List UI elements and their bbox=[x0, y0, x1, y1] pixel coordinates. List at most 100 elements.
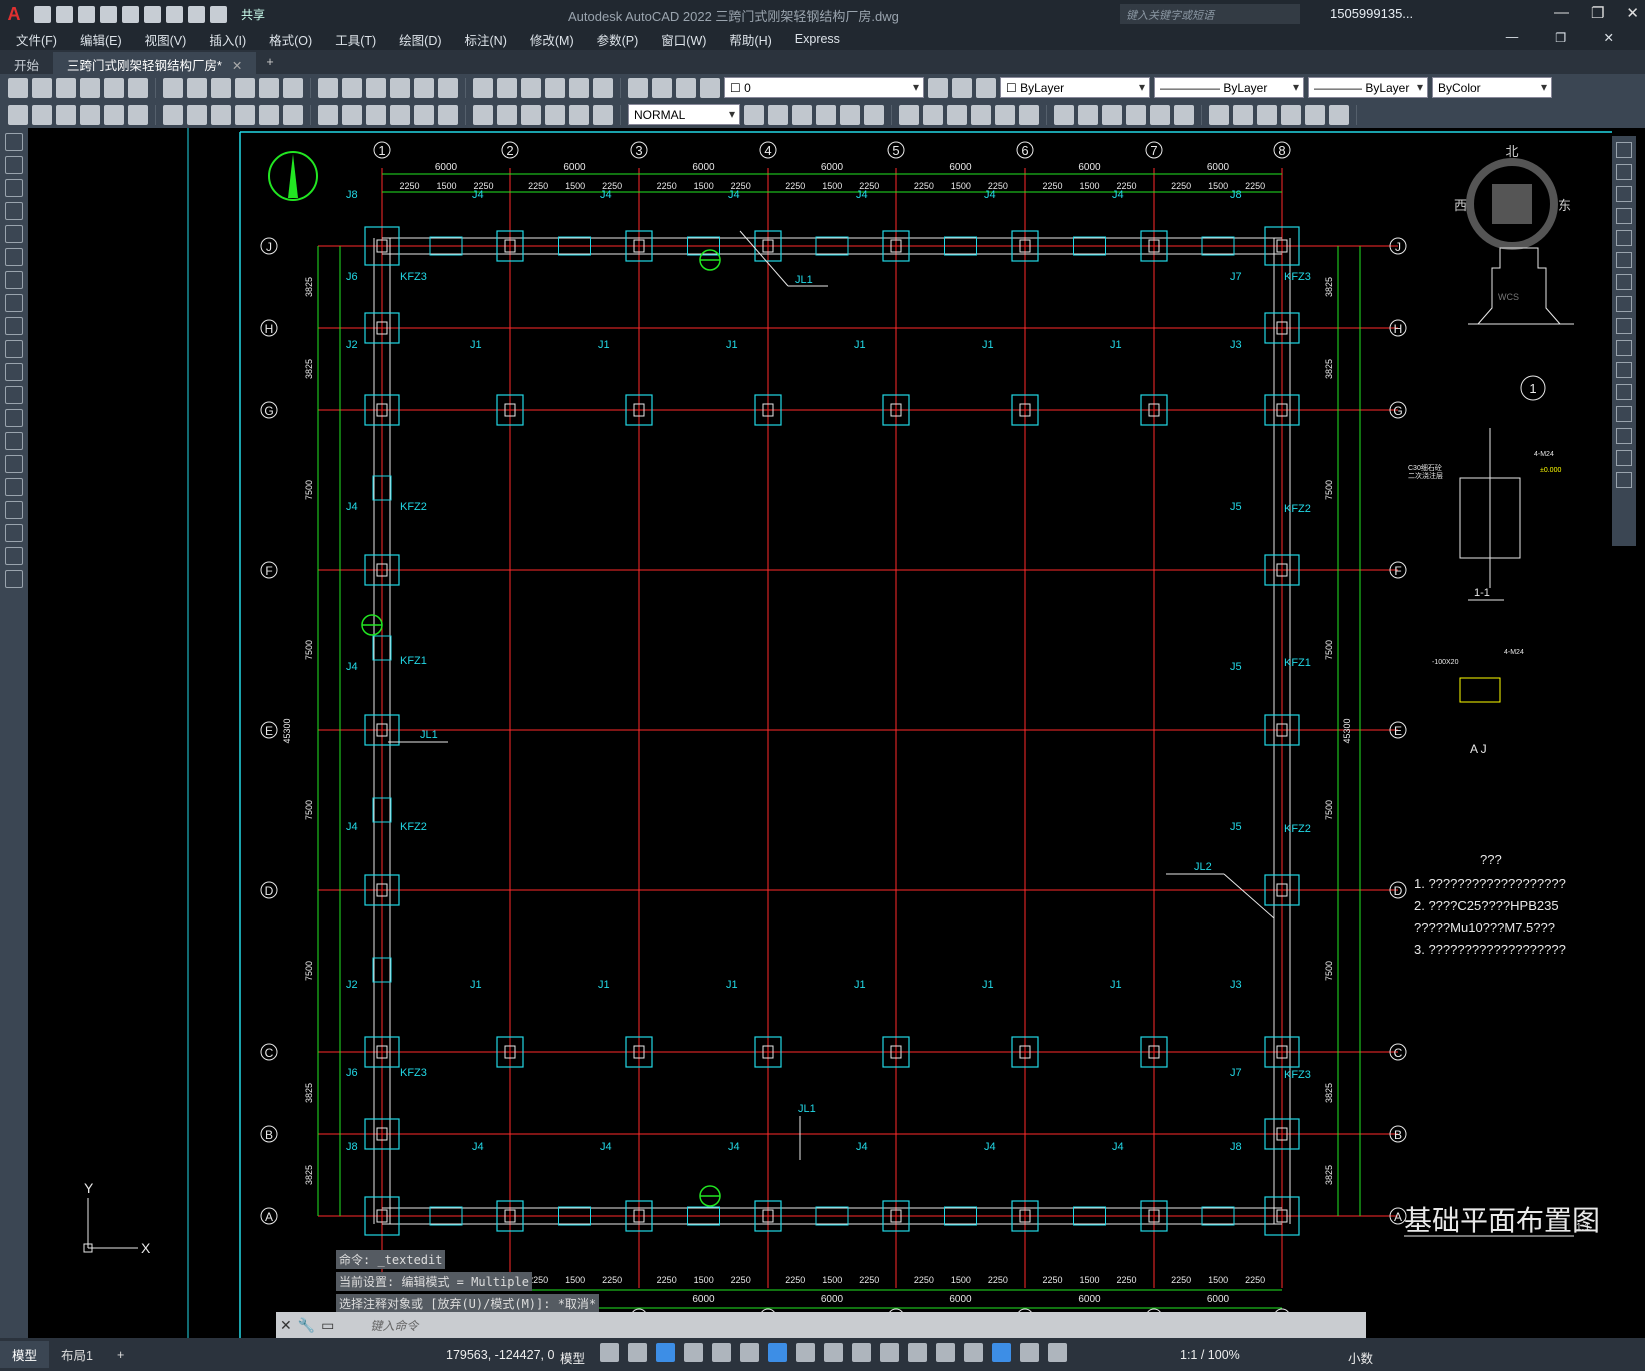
standard-tool-icon[interactable] bbox=[569, 77, 589, 98]
menu-item-10[interactable]: 窗口(W) bbox=[661, 30, 706, 49]
menu-item-8[interactable]: 修改(M) bbox=[530, 30, 574, 49]
snap-icon[interactable] bbox=[628, 1343, 647, 1362]
object-tool-icon[interactable] bbox=[1329, 104, 1349, 125]
plot-icon[interactable] bbox=[166, 5, 183, 23]
new-tab-button[interactable]: + bbox=[256, 52, 283, 74]
draw-tool-icon[interactable] bbox=[5, 455, 23, 473]
close-tab-icon[interactable]: ✕ bbox=[232, 59, 242, 73]
standard-tool-icon[interactable] bbox=[283, 77, 303, 98]
menu-item-12[interactable]: Express bbox=[795, 32, 840, 46]
standard-tool-icon[interactable] bbox=[32, 77, 52, 98]
object-tool-icon[interactable] bbox=[1281, 104, 1301, 125]
modify-tool-icon[interactable] bbox=[1616, 384, 1632, 400]
object-tool-icon[interactable] bbox=[1209, 104, 1229, 125]
dimension-tool-icon[interactable] bbox=[235, 104, 255, 125]
modify-tool-icon[interactable] bbox=[1616, 230, 1632, 246]
standard-tool-icon[interactable] bbox=[211, 77, 231, 98]
doc-close-button[interactable]: ✕ bbox=[1604, 30, 1614, 45]
standard-tool-icon[interactable] bbox=[676, 77, 696, 98]
object-tool-icon[interactable] bbox=[1150, 104, 1170, 125]
dynamic-ucs-icon[interactable] bbox=[908, 1343, 927, 1362]
open-web-icon[interactable] bbox=[122, 5, 139, 23]
object-tool-icon[interactable] bbox=[1019, 104, 1039, 125]
standard-tool-icon[interactable] bbox=[80, 77, 100, 98]
object-tool-icon[interactable] bbox=[923, 104, 943, 125]
menu-item-4[interactable]: 格式(O) bbox=[269, 30, 312, 49]
3d-osnap-icon[interactable] bbox=[880, 1343, 899, 1362]
standard-tool-icon[interactable] bbox=[56, 77, 76, 98]
object-tool-icon[interactable] bbox=[816, 104, 836, 125]
standard-tool-icon[interactable] bbox=[438, 77, 458, 98]
object-tool-icon[interactable] bbox=[1174, 104, 1194, 125]
draw-tool-icon[interactable] bbox=[5, 317, 23, 335]
dimension-tool-icon[interactable] bbox=[366, 104, 386, 125]
doc-restore-button[interactable]: ❐ bbox=[1555, 30, 1566, 45]
redo-icon[interactable] bbox=[210, 5, 227, 23]
model-space-toggle[interactable]: 模型 bbox=[560, 1348, 585, 1367]
modify-tool-icon[interactable] bbox=[1616, 274, 1632, 290]
share-button[interactable]: 共享 bbox=[235, 5, 271, 24]
command-input[interactable]: 键入命令 bbox=[370, 1317, 418, 1334]
annotation-scale-icon[interactable] bbox=[1048, 1343, 1067, 1362]
draw-tool-icon[interactable] bbox=[5, 432, 23, 450]
standard-tool-icon[interactable] bbox=[593, 77, 613, 98]
dimension-tool-icon[interactable] bbox=[187, 104, 207, 125]
tab-model[interactable]: 模型 bbox=[0, 1341, 50, 1368]
dimension-tool-icon[interactable] bbox=[342, 104, 362, 125]
dimension-tool-icon[interactable] bbox=[593, 104, 613, 125]
menu-item-6[interactable]: 绘图(D) bbox=[399, 30, 441, 49]
standard-tool-icon[interactable] bbox=[163, 77, 183, 98]
modify-tool-icon[interactable] bbox=[1616, 142, 1632, 158]
autocad-logo-icon[interactable]: A bbox=[0, 0, 28, 28]
selection-cycling-icon[interactable] bbox=[852, 1343, 871, 1362]
close-command-icon[interactable]: ✕ bbox=[280, 1317, 292, 1334]
color-dropdown[interactable]: ☐ ByLayer bbox=[1000, 77, 1150, 98]
maximize-button[interactable]: ❐ bbox=[1591, 4, 1604, 22]
modify-tool-icon[interactable] bbox=[1616, 186, 1632, 202]
draw-tool-icon[interactable] bbox=[5, 340, 23, 358]
object-tool-icon[interactable] bbox=[1305, 104, 1325, 125]
menu-item-0[interactable]: 文件(F) bbox=[16, 30, 57, 49]
plotstyle-dropdown[interactable]: ByColor bbox=[1432, 77, 1552, 98]
modify-tool-icon[interactable] bbox=[1616, 428, 1632, 444]
standard-tool-icon[interactable] bbox=[521, 77, 541, 98]
object-tool-icon[interactable] bbox=[995, 104, 1015, 125]
dimension-tool-icon[interactable] bbox=[56, 104, 76, 125]
annotation-scale[interactable]: 1:1 / 100% bbox=[1180, 1348, 1240, 1362]
standard-tool-icon[interactable] bbox=[104, 77, 124, 98]
save-web-icon[interactable] bbox=[144, 5, 161, 23]
dimension-tool-icon[interactable] bbox=[521, 104, 541, 125]
standard-tool-icon[interactable] bbox=[128, 77, 148, 98]
menu-item-9[interactable]: 参数(P) bbox=[597, 30, 639, 49]
draw-tool-icon[interactable] bbox=[5, 547, 23, 565]
modify-tool-icon[interactable] bbox=[1616, 252, 1632, 268]
draw-tool-icon[interactable] bbox=[5, 294, 23, 312]
dimension-tool-icon[interactable] bbox=[414, 104, 434, 125]
transparency-icon[interactable] bbox=[824, 1343, 843, 1362]
modify-tool-icon[interactable] bbox=[1616, 406, 1632, 422]
dimension-tool-icon[interactable] bbox=[80, 104, 100, 125]
osnap-icon[interactable] bbox=[768, 1343, 787, 1362]
modify-tool-icon[interactable] bbox=[1616, 296, 1632, 312]
object-tool-icon[interactable] bbox=[1078, 104, 1098, 125]
object-tool-icon[interactable] bbox=[768, 104, 788, 125]
dimension-tool-icon[interactable] bbox=[569, 104, 589, 125]
draw-tool-icon[interactable] bbox=[5, 156, 23, 174]
modify-tool-icon[interactable] bbox=[1616, 340, 1632, 356]
object-tool-icon[interactable] bbox=[947, 104, 967, 125]
polar-icon[interactable] bbox=[684, 1343, 703, 1362]
draw-tool-icon[interactable] bbox=[5, 478, 23, 496]
menu-item-3[interactable]: 插入(I) bbox=[209, 30, 246, 49]
modify-tool-icon[interactable] bbox=[1616, 164, 1632, 180]
object-tool-icon[interactable] bbox=[864, 104, 884, 125]
doc-minimize-button[interactable]: — bbox=[1506, 30, 1519, 45]
minimize-button[interactable]: — bbox=[1554, 4, 1569, 22]
dimension-tool-icon[interactable] bbox=[283, 104, 303, 125]
layer-tool-icon[interactable] bbox=[952, 77, 972, 98]
draw-tool-icon[interactable] bbox=[5, 386, 23, 404]
dimension-tool-icon[interactable] bbox=[128, 104, 148, 125]
dimension-tool-icon[interactable] bbox=[163, 104, 183, 125]
modify-tool-icon[interactable] bbox=[1616, 472, 1632, 488]
standard-tool-icon[interactable] bbox=[628, 77, 648, 98]
auto-scale-icon[interactable] bbox=[1020, 1343, 1039, 1362]
